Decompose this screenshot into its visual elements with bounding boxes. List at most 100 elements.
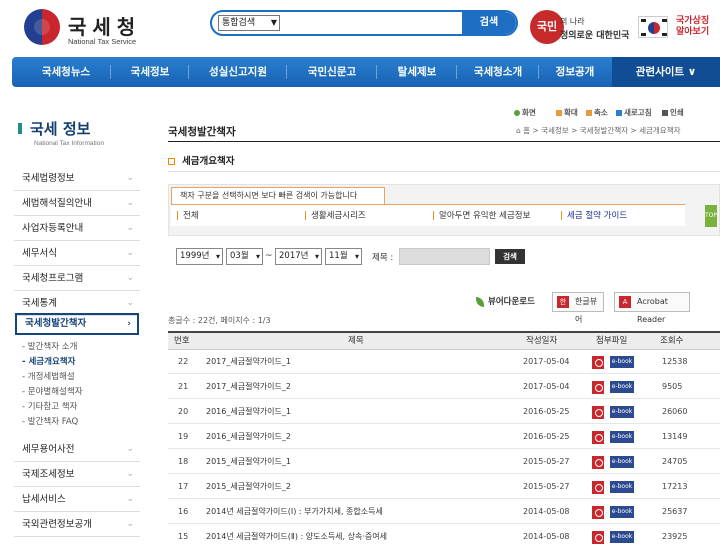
table-row[interactable]: 15 2014년 세금절약가이드(Ⅱ) : 양도소득세, 상속·증여세 2014-0… — [168, 525, 720, 548]
lnb-item-programs[interactable]: 국세청프로그램 ⌄ — [14, 266, 140, 291]
gnb-item-news[interactable]: 국세청뉴스 — [24, 57, 108, 87]
lnb-item-interpretation[interactable]: 세법해석질의안내 ⌄ — [14, 191, 140, 216]
lnb-sub-item-intro[interactable]: - 발간책자 소개 — [22, 340, 77, 354]
lnb-title-en: National Tax Information — [34, 140, 104, 147]
filter-top-tab[interactable]: TOP — [705, 205, 717, 227]
lnb-item-label: 국세청프로그램 — [22, 273, 84, 284]
row-title-link[interactable]: 2014년 세금절약가이드(Ⅰ) : 부가가치세, 종합소득세 — [206, 500, 383, 524]
ebook-button[interactable]: e-book — [610, 456, 634, 468]
table-row[interactable]: 19 2016_세금절약가이드_2 2016-05-25 e-book 13149 — [168, 425, 720, 449]
chevron-down-icon: ⌄ — [126, 494, 134, 504]
lnb-sub-item-other-references[interactable]: - 기타참고 책자 — [22, 400, 77, 414]
lnb-item-publications[interactable]: 국세청발간책자 › — [15, 313, 139, 335]
lnb-item-business-registration[interactable]: 사업자등록안내 ⌄ — [14, 216, 140, 241]
search-category-select[interactable]: 통합검색 ▼ — [218, 15, 280, 31]
ebook-button[interactable]: e-book — [610, 506, 634, 518]
chevron-right-icon: › — [127, 319, 131, 329]
row-title-link[interactable]: 2016_세금절약가이드_2 — [206, 425, 291, 449]
category-life-tax-series[interactable]: 생활세금시리즈 — [305, 209, 366, 221]
to-month-select[interactable]: 11월 ▾ — [325, 248, 362, 265]
row-title-link[interactable]: 2016_세금절약가이드_1 — [206, 400, 291, 424]
table-row[interactable]: 16 2014년 세금절약가이드(Ⅰ) : 부가가치세, 종합소득세 2014-05… — [168, 500, 720, 524]
chevron-down-icon: ▾ — [215, 252, 220, 261]
lnb-item-tax-glossary[interactable]: 세무용어사전 ⌄ — [14, 437, 140, 462]
row-date: 2017-05-04 — [523, 357, 570, 366]
ebook-button[interactable]: e-book — [610, 431, 634, 443]
lnb-item-tax-law[interactable]: 국세법령정보 ⌄ — [14, 166, 140, 191]
lnb-item-label: 세무서식 — [22, 248, 57, 259]
hangul-viewer-button[interactable]: 한 한글뷰어 — [552, 292, 604, 324]
result-count: 총글수 : 22건, 페이지수 : 1/3 — [168, 316, 271, 325]
ebook-button[interactable]: e-book — [610, 406, 634, 418]
row-title-link[interactable]: 2015_세금절약가이드_1 — [206, 450, 291, 474]
search-input[interactable] — [284, 15, 464, 31]
row-title-link[interactable]: 2017_세금절약가이드_2 — [206, 375, 291, 399]
chevron-down-icon: ⌄ — [126, 173, 134, 183]
ebook-button[interactable]: e-book — [610, 531, 634, 543]
row-title-link[interactable]: 2014년 세금절약가이드(Ⅱ) : 양도소득세, 상속·증여세 — [206, 525, 387, 548]
gnb-item-filing-support[interactable]: 성실신고지원 — [190, 57, 286, 87]
table-row[interactable]: 20 2016_세금절약가이드_1 2016-05-25 e-book 26060 — [168, 400, 720, 424]
pdf-icon[interactable] — [592, 356, 604, 369]
title-keyword-input[interactable] — [399, 248, 490, 265]
pdf-icon[interactable] — [592, 431, 604, 444]
print-screen-label: 화면 — [522, 108, 536, 117]
pdf-icon[interactable] — [592, 481, 604, 494]
search-category-value: 통합검색 — [222, 18, 256, 28]
ebook-button[interactable]: e-book — [610, 481, 634, 493]
acrobat-reader-button[interactable]: A Acrobat Reader — [614, 292, 690, 324]
print-screen-button[interactable]: 화면 — [514, 107, 536, 118]
print-label: 인쇄 — [670, 108, 684, 117]
category-useful-tax-info[interactable]: 알아두면 유익한 세금정보 — [433, 209, 530, 221]
gnb-item-tax-info[interactable]: 국세정보 — [112, 57, 188, 87]
pdf-icon[interactable] — [592, 506, 604, 519]
related-sites-dropdown[interactable]: 관련사이트 ∨ — [612, 57, 720, 87]
print-button[interactable]: 인쇄 — [662, 107, 684, 118]
row-title-link[interactable]: 2017_세금절약가이드_1 — [206, 350, 291, 374]
national-symbol-link[interactable]: 국가상징 알아보기 — [638, 14, 718, 44]
ebook-button[interactable]: e-book — [610, 356, 634, 368]
lnb-sub-item-field-guides[interactable]: - 문야별해설책자 — [22, 385, 83, 399]
from-month-select[interactable]: 03월 ▾ — [226, 248, 263, 265]
main-navigation: 국세청뉴스 국세정보 성실신고지원 국민신문고 탈세제보 국세청소개 정보공개 … — [12, 57, 720, 87]
lnb-item-international-tax[interactable]: 국제조세정보 ⌄ — [14, 462, 140, 487]
lnb-sub-item-faq[interactable]: - 발간책자 FAQ — [22, 415, 78, 429]
slogan-banner[interactable]: 국민 의 나라 정의로운 대한민국 — [530, 10, 630, 44]
lnb-sub-item-tax-law-changes[interactable]: - 개정세법해설 — [22, 370, 75, 384]
pdf-icon[interactable] — [592, 381, 604, 394]
column-header-title: 제목 — [348, 336, 364, 346]
table-row[interactable]: 21 2017_세금절약가이드_2 2017-05-04 e-book 9505 — [168, 375, 720, 399]
lnb-sub-item-tax-overview[interactable]: - 세금개요책자 — [22, 355, 75, 369]
lnb-item-taxpayer-service[interactable]: 납세서비스 ⌄ — [14, 487, 140, 512]
lnb-title: 국세 정보 — [30, 120, 91, 138]
from-year-select[interactable]: 1999년 ▾ — [176, 248, 223, 265]
refresh-button[interactable]: 새로고침 — [616, 107, 652, 118]
category-tax-saving-guide[interactable]: 세금 절약 가이드 — [561, 209, 627, 221]
pdf-icon[interactable] — [592, 456, 604, 469]
zoom-in-button[interactable]: 확대 — [556, 107, 578, 118]
table-row[interactable]: 18 2015_세금절약가이드_1 2015-05-27 e-book 24705 — [168, 450, 720, 474]
lnb-item-foreign-disclosure[interactable]: 국외관련정보공개 ⌄ — [14, 512, 140, 537]
lnb-item-label: 세법해석질의안내 — [22, 198, 92, 209]
lnb-item-tax-forms[interactable]: 세무서식 ⌄ — [14, 241, 140, 266]
breadcrumb: ⌂ 홈 > 국세정보 > 국세청발간책자 > 세금개요책자 — [516, 126, 681, 135]
table-row[interactable]: 22 2017_세금절약가이드_1 2017-05-04 e-book 12538 — [168, 350, 720, 374]
gnb-item-tax-evasion-report[interactable]: 탈세제보 — [378, 57, 456, 87]
gnb-item-disclosure[interactable]: 정보공개 — [540, 57, 610, 87]
ebook-button[interactable]: e-book — [610, 381, 634, 393]
gnb-item-about[interactable]: 국세청소개 — [458, 57, 538, 87]
row-views: 12538 — [662, 357, 688, 366]
row-title-link[interactable]: 2015_세금절약가이드_2 — [206, 475, 291, 499]
chevron-down-icon: ▾ — [354, 252, 359, 261]
nts-logo[interactable]: 국세청 National Tax Service — [24, 9, 164, 49]
pdf-icon[interactable] — [592, 531, 604, 544]
gnb-item-petition[interactable]: 국민신문고 — [288, 57, 376, 87]
category-all[interactable]: 전체 — [177, 209, 199, 221]
date-search-button[interactable]: 검색 — [495, 249, 525, 264]
to-year-select[interactable]: 2017년 ▾ — [275, 248, 322, 265]
pdf-icon[interactable] — [592, 406, 604, 419]
search-button[interactable]: 검색 — [462, 12, 516, 34]
category-list: 전체 생활세금시리즈 알아두면 유익한 세금정보 세금 절약 가이드 — [171, 204, 685, 226]
table-row[interactable]: 17 2015_세금절약가이드_2 2015-05-27 e-book 17213 — [168, 475, 720, 499]
zoom-out-button[interactable]: 축소 — [586, 107, 608, 118]
